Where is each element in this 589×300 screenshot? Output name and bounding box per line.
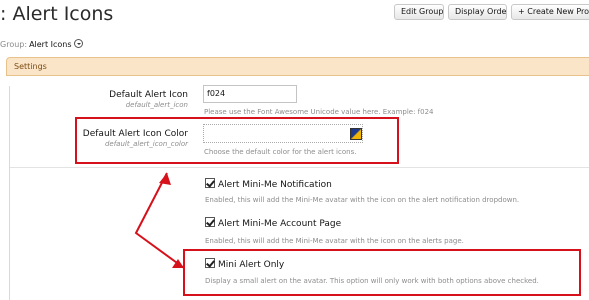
default-alert-icon-key: default_alert_icon (125, 101, 188, 109)
alert-mini-me-account-page-hint: Enabled, this will add the Mini-Me avata… (205, 237, 464, 245)
group-value[interactable]: Alert Icons (29, 40, 71, 49)
alert-mini-me-notification-hint: Enabled, this will add the Mini-Me avata… (205, 196, 520, 204)
group-label: Group: (0, 40, 28, 49)
create-new-property-button[interactable]: + Create New Prope (511, 4, 589, 20)
alert-mini-me-notification-option[interactable]: Alert Mini-Me Notification (205, 177, 332, 190)
display-order-button[interactable]: Display Order (448, 4, 507, 20)
edit-group-button[interactable]: Edit Group (394, 4, 444, 20)
default-alert-icon-hint: Please use the Font Awesome Unicode valu… (204, 108, 434, 116)
highlight-box-color-setting (75, 117, 399, 164)
chevron-down-icon[interactable] (73, 39, 83, 48)
alert-mini-me-account-page-checkbox[interactable] (205, 217, 215, 227)
settings-tab-label: Settings (14, 62, 47, 71)
page-title: : Alert Icons (0, 3, 114, 25)
default-alert-icon-label: Default Alert Icon (109, 90, 188, 100)
group-selector: Group: Alert Icons (0, 38, 83, 49)
left-divider (9, 86, 10, 300)
annotation-arrow-line (134, 172, 185, 269)
alert-mini-me-notification-label: Alert Mini-Me Notification (218, 180, 332, 190)
alert-mini-me-notification-checkbox[interactable] (205, 178, 215, 188)
default-alert-icon-input[interactable]: f024 (203, 85, 297, 103)
arrowhead-up-icon (159, 173, 171, 185)
section-divider (10, 167, 589, 168)
default-alert-icon-label-group: Default Alert Icon default_alert_icon (109, 90, 188, 109)
settings-tab[interactable]: Settings (6, 57, 589, 76)
alert-mini-me-account-page-label: Alert Mini-Me Account Page (218, 219, 342, 229)
highlight-box-mini-alert (183, 249, 581, 296)
alert-mini-me-account-page-option[interactable]: Alert Mini-Me Account Page (205, 216, 341, 229)
